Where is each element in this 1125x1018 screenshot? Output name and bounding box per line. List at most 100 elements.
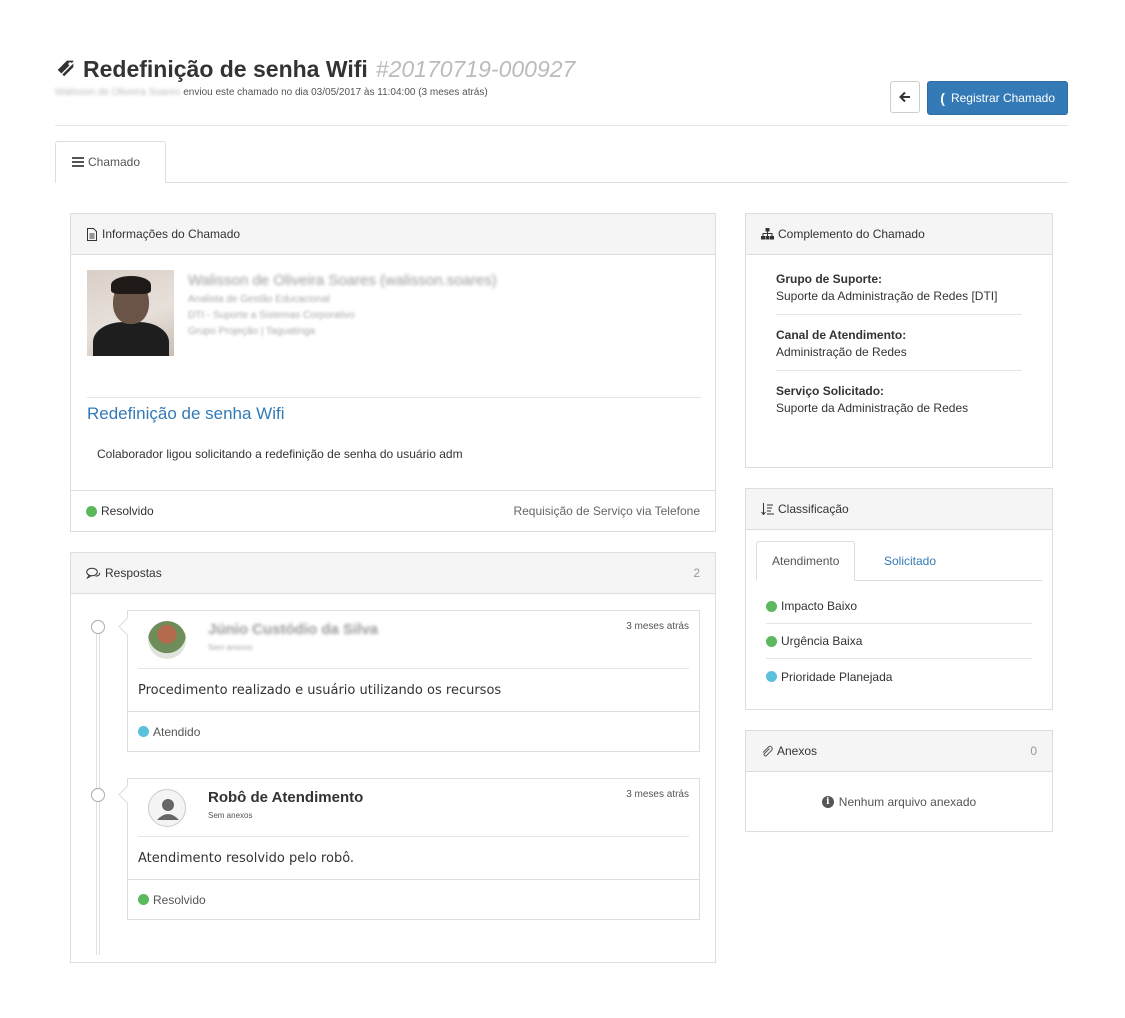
attachments-empty: i Nenhum arquivo anexado bbox=[746, 772, 1052, 831]
panel-title: Respostas bbox=[105, 566, 162, 580]
classification-list: Impacto Baixo Urgência Baixa Prioridade … bbox=[766, 589, 1032, 694]
panel-header: Informações do Chamado bbox=[71, 214, 715, 255]
sort-icon bbox=[761, 503, 774, 515]
register-ticket-button[interactable]: ( Registrar Chamado bbox=[927, 81, 1068, 115]
file-icon bbox=[87, 227, 97, 241]
panel-header: Respostas 2 bbox=[71, 553, 715, 594]
field-label: Canal de Atendimento: bbox=[776, 328, 907, 342]
tab-solicitado[interactable]: Solicitado bbox=[869, 541, 951, 581]
field-value: Administração de Redes bbox=[776, 345, 907, 359]
tab-chamado[interactable]: Chamado bbox=[55, 141, 166, 183]
field-label: Serviço Solicitado: bbox=[776, 384, 885, 398]
response-header: Júnio Custódio da Silva Sem anexos 3 mes… bbox=[138, 611, 689, 669]
empty-text: Nenhum arquivo anexado bbox=[838, 794, 977, 809]
ticket-description: Colaborador ligou solicitando a redefini… bbox=[97, 447, 463, 461]
avatar bbox=[148, 621, 186, 659]
status-dot bbox=[766, 600, 777, 612]
submitter-name[interactable]: Walisson de Oliveira Soares bbox=[55, 87, 180, 98]
status-badge: Atendido bbox=[153, 724, 201, 739]
panel-footer: Resolvido Requisição de Serviço via Tele… bbox=[71, 490, 715, 531]
requester-profile: Walisson de Oliveira Soares (walisson.so… bbox=[87, 270, 701, 398]
field-value: Suporte da Administração de Redes [DTI] bbox=[776, 289, 998, 303]
user-icon bbox=[148, 789, 186, 827]
status-dot bbox=[86, 505, 97, 517]
back-button[interactable] bbox=[890, 81, 921, 113]
requester-role: Analista de Gestão Educacional bbox=[188, 294, 330, 305]
list-item: Impacto Baixo bbox=[766, 589, 1032, 624]
ticket-icon bbox=[57, 60, 75, 77]
requested-service-field: Serviço Solicitado: Suporte da Administr… bbox=[776, 371, 1022, 426]
list-icon bbox=[72, 157, 84, 167]
response-item: Júnio Custódio da Silva Sem anexos 3 mes… bbox=[127, 610, 700, 752]
response-item: Robô de Atendimento Sem anexos 3 meses a… bbox=[127, 778, 700, 920]
attachments-panel: Anexos 0 i Nenhum arquivo anexado bbox=[745, 730, 1053, 832]
classification-panel: Classificação Atendimento Solicitado Imp… bbox=[745, 488, 1053, 710]
service-channel-field: Canal de Atendimento: Administração de R… bbox=[776, 315, 1022, 371]
ticket-complement-panel: Complemento do Chamado Grupo de Suporte:… bbox=[745, 213, 1053, 468]
timeline-dot bbox=[91, 620, 105, 634]
timeline-dot bbox=[91, 788, 105, 802]
response-message: Atendimento resolvido pelo robô. bbox=[138, 850, 355, 866]
field-label: Grupo de Suporte: bbox=[776, 272, 882, 286]
response-footer: Atendido bbox=[128, 711, 699, 751]
requester-name[interactable]: Walisson de Oliveira Soares (walisson.so… bbox=[188, 272, 497, 289]
panel-title: Complemento do Chamado bbox=[778, 227, 925, 241]
tab-bar: Chamado bbox=[55, 141, 1068, 183]
tab-label: Chamado bbox=[88, 155, 141, 169]
status-badge: Resolvido bbox=[153, 892, 206, 907]
profile-details: Walisson de Oliveira Soares (walisson.so… bbox=[188, 272, 497, 337]
arrow-left-icon bbox=[899, 91, 911, 103]
phone-icon: ( bbox=[940, 90, 945, 106]
header-divider bbox=[55, 125, 1068, 126]
urgency-label: Urgência Baixa bbox=[781, 634, 863, 648]
status-dot bbox=[766, 635, 777, 647]
requester-department: DTI - Suporte a Sistemas Corporativo bbox=[188, 310, 355, 321]
support-group-field: Grupo de Suporte: Suporte da Administraç… bbox=[776, 259, 1022, 315]
submission-text: enviou este chamado no dia 03/05/2017 às… bbox=[183, 87, 488, 98]
status-dot bbox=[138, 726, 149, 737]
tab-atendimento[interactable]: Atendimento bbox=[756, 541, 856, 581]
complement-fields: Grupo de Suporte: Suporte da Administraç… bbox=[746, 255, 1052, 426]
page-header: Redefinição de senha Wifi #20170719-0009… bbox=[55, 55, 1068, 115]
response-footer: Resolvido bbox=[128, 879, 699, 919]
avatar bbox=[87, 270, 174, 356]
response-time: 3 meses atrás bbox=[626, 621, 689, 632]
panel-title: Anexos bbox=[777, 744, 818, 758]
ticket-info-panel: Informações do Chamado Walisson de Olive… bbox=[70, 213, 716, 532]
list-item: Prioridade Planejada bbox=[766, 659, 1032, 694]
responses-panel: Respostas 2 Júnio Custódio da Silva Sem … bbox=[70, 552, 716, 963]
response-attachments: Sem anexos bbox=[208, 643, 253, 652]
response-message: Procedimento realizado e usuário utiliza… bbox=[138, 682, 502, 698]
panel-title: Informações do Chamado bbox=[102, 227, 241, 241]
response-time: 3 meses atrás bbox=[626, 789, 689, 800]
info-icon: i bbox=[821, 795, 834, 808]
comments-icon bbox=[86, 567, 101, 579]
panel-header: Classificação bbox=[746, 489, 1052, 530]
attachments-count: 0 bbox=[1030, 744, 1037, 758]
ticket-title: Redefinição de senha Wifi bbox=[87, 404, 285, 423]
requester-org: Grupo Projeção | Taguatinga bbox=[188, 326, 315, 337]
response-author[interactable]: Robô de Atendimento bbox=[208, 789, 363, 806]
response-author[interactable]: Júnio Custódio da Silva bbox=[208, 621, 378, 638]
panel-header: Complemento do Chamado bbox=[746, 214, 1052, 255]
impact-label: Impacto Baixo bbox=[781, 599, 858, 613]
title-row: Redefinição de senha Wifi #20170719-0009… bbox=[55, 55, 1068, 83]
ticket-type: Requisição de Serviço via Telefone bbox=[513, 504, 700, 518]
sitemap-icon bbox=[761, 228, 774, 240]
status-dot bbox=[138, 894, 149, 905]
classification-tabs: Atendimento Solicitado bbox=[756, 541, 1042, 581]
response-header: Robô de Atendimento Sem anexos 3 meses a… bbox=[138, 779, 689, 837]
response-attachments: Sem anexos bbox=[208, 811, 253, 820]
panel-title: Classificação bbox=[778, 502, 849, 516]
header-actions: ( Registrar Chamado bbox=[890, 81, 1068, 115]
paperclip-icon bbox=[762, 745, 773, 757]
panel-header: Anexos 0 bbox=[746, 731, 1052, 772]
page-title: Redefinição de senha Wifi bbox=[83, 56, 368, 82]
priority-label: Prioridade Planejada bbox=[781, 669, 893, 684]
register-ticket-label: Registrar Chamado bbox=[950, 91, 1055, 105]
responses-count: 2 bbox=[693, 566, 700, 580]
status-dot bbox=[766, 671, 777, 682]
ticket-number: #20170719-000927 bbox=[375, 56, 576, 82]
status-badge: Resolvido bbox=[101, 504, 154, 518]
field-value: Suporte da Administração de Redes bbox=[776, 401, 969, 415]
